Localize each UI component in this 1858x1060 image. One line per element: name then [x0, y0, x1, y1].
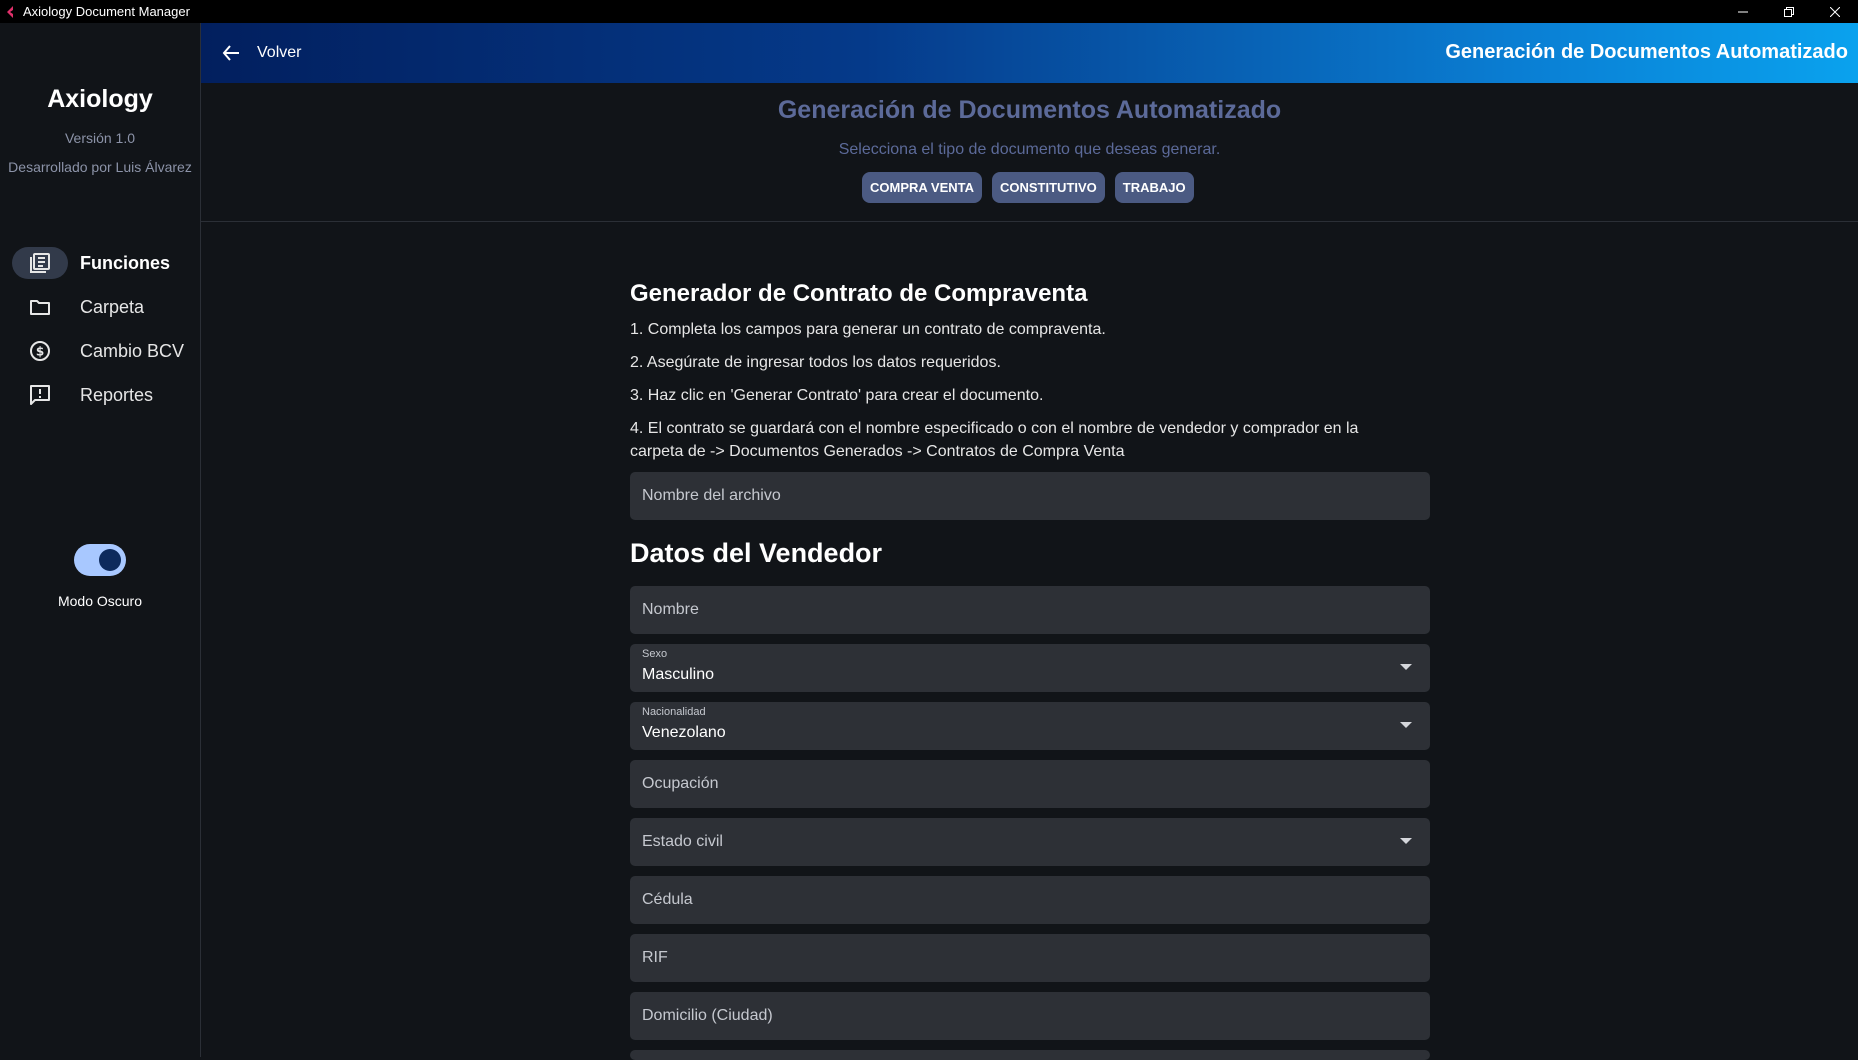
svg-text:$: $ — [36, 345, 44, 359]
nationality-value: Venezolano — [642, 724, 726, 741]
seller-section-title: Datos del Vendedor — [630, 538, 883, 568]
civil-status-placeholder: Estado civil — [642, 833, 723, 850]
brand-title: Axiology — [47, 85, 153, 113]
seller-address-input[interactable]: Domicilio (Ciudad) — [630, 992, 1430, 1040]
instruction-3: 3. Haz clic en 'Generar Contrato' para c… — [630, 387, 1044, 404]
window-titlebar: Axiology Document Manager — [0, 0, 1858, 23]
dark-mode-label: Modo Oscuro — [57, 593, 143, 609]
credits-label: Desarrollado por Luis Álvarez — [8, 159, 192, 175]
arrow-back-icon — [222, 45, 239, 61]
nav-item-reportes[interactable]: Reportes — [0, 373, 200, 417]
instruction-4: 4. El contrato se guardará con el nombre… — [630, 420, 1359, 460]
next-field-partial[interactable] — [630, 1050, 1430, 1060]
folder-icon — [12, 291, 68, 323]
restore-button[interactable] — [1766, 0, 1812, 23]
minimize-button[interactable] — [1720, 0, 1766, 23]
seller-name-input[interactable]: Nombre — [630, 586, 1430, 634]
seller-nationality-select[interactable]: Nacionalidad Venezolano — [630, 702, 1430, 750]
filename-placeholder: Nombre del archivo — [642, 487, 781, 504]
report-icon — [12, 379, 68, 411]
section-divider — [201, 221, 1858, 222]
dropdown-arrow-icon — [1400, 838, 1412, 844]
dropdown-arrow-icon — [1400, 722, 1412, 728]
dropdown-arrow-icon — [1400, 664, 1412, 670]
nav-item-cambio-bcv[interactable]: $ Cambio BCV — [0, 329, 200, 373]
sex-value: Masculino — [642, 666, 715, 683]
appbar-title: Generación de Documentos Automatizado — [1445, 41, 1848, 63]
rif-placeholder: RIF — [642, 949, 668, 966]
seller-rif-input[interactable]: RIF — [630, 934, 1430, 982]
nav-label: Reportes — [80, 384, 154, 405]
currency-icon: $ — [12, 335, 68, 367]
occupation-placeholder: Ocupación — [642, 775, 719, 792]
close-button[interactable] — [1812, 0, 1858, 23]
window-title: Axiology Document Manager — [23, 4, 190, 19]
restore-icon — [1784, 6, 1794, 17]
filename-input[interactable]: Nombre del archivo — [630, 472, 1430, 520]
minimize-icon — [1738, 11, 1748, 12]
chip-trabajo[interactable]: TRABAJO — [1114, 172, 1194, 203]
nav-label: Carpeta — [80, 296, 145, 317]
seller-id-input[interactable]: Cédula — [630, 876, 1430, 924]
app-bar: Volver Generación de Documentos Automati… — [201, 23, 1858, 83]
address-placeholder: Domicilio (Ciudad) — [642, 1007, 773, 1024]
form-title: Generador de Contrato de Compraventa — [630, 280, 1088, 307]
nav-label: Funciones — [80, 252, 171, 273]
back-label: Volver — [257, 44, 302, 61]
seller-sex-select[interactable]: Sexo Masculino — [630, 644, 1430, 692]
seller-civil-status-select[interactable]: Estado civil — [630, 818, 1430, 866]
close-icon — [1830, 6, 1840, 17]
chip-constitutivo[interactable]: CONSTITUTIVO — [992, 172, 1105, 203]
chip-compra-venta[interactable]: COMPRA VENTA — [862, 172, 982, 203]
dark-mode-toggle[interactable] — [74, 544, 126, 576]
nationality-label: Nacionalidad — [642, 706, 706, 718]
instruction-1: 1. Completa los campos para generar un c… — [630, 321, 1106, 338]
back-button[interactable]: Volver — [221, 43, 301, 63]
nav-item-funciones[interactable]: Funciones — [0, 241, 200, 285]
navigation-rail: Axiology Versión 1.0 Desarrollado por Lu… — [0, 23, 201, 1057]
doc-types-title: Generación de Documentos Automatizado — [777, 96, 1282, 124]
sex-label: Sexo — [642, 648, 668, 660]
version-label: Versión 1.0 — [64, 130, 136, 146]
library-books-icon — [12, 247, 68, 279]
nav-item-carpeta[interactable]: Carpeta — [0, 285, 200, 329]
doc-types-subtitle: Selecciona el tipo de documento que dese… — [838, 141, 1221, 158]
doc-type-chips: COMPRA VENTA CONSTITUTIVO TRABAJO — [862, 172, 1194, 203]
app-logo-icon — [7, 5, 13, 18]
nav-label: Cambio BCV — [80, 340, 185, 361]
name-placeholder: Nombre — [642, 601, 699, 618]
toggle-knob — [99, 549, 121, 571]
seller-occupation-input[interactable]: Ocupación — [630, 760, 1430, 808]
instruction-2: 2. Asegúrate de ingresar todos los datos… — [630, 354, 1001, 371]
id-placeholder: Cédula — [642, 891, 693, 908]
